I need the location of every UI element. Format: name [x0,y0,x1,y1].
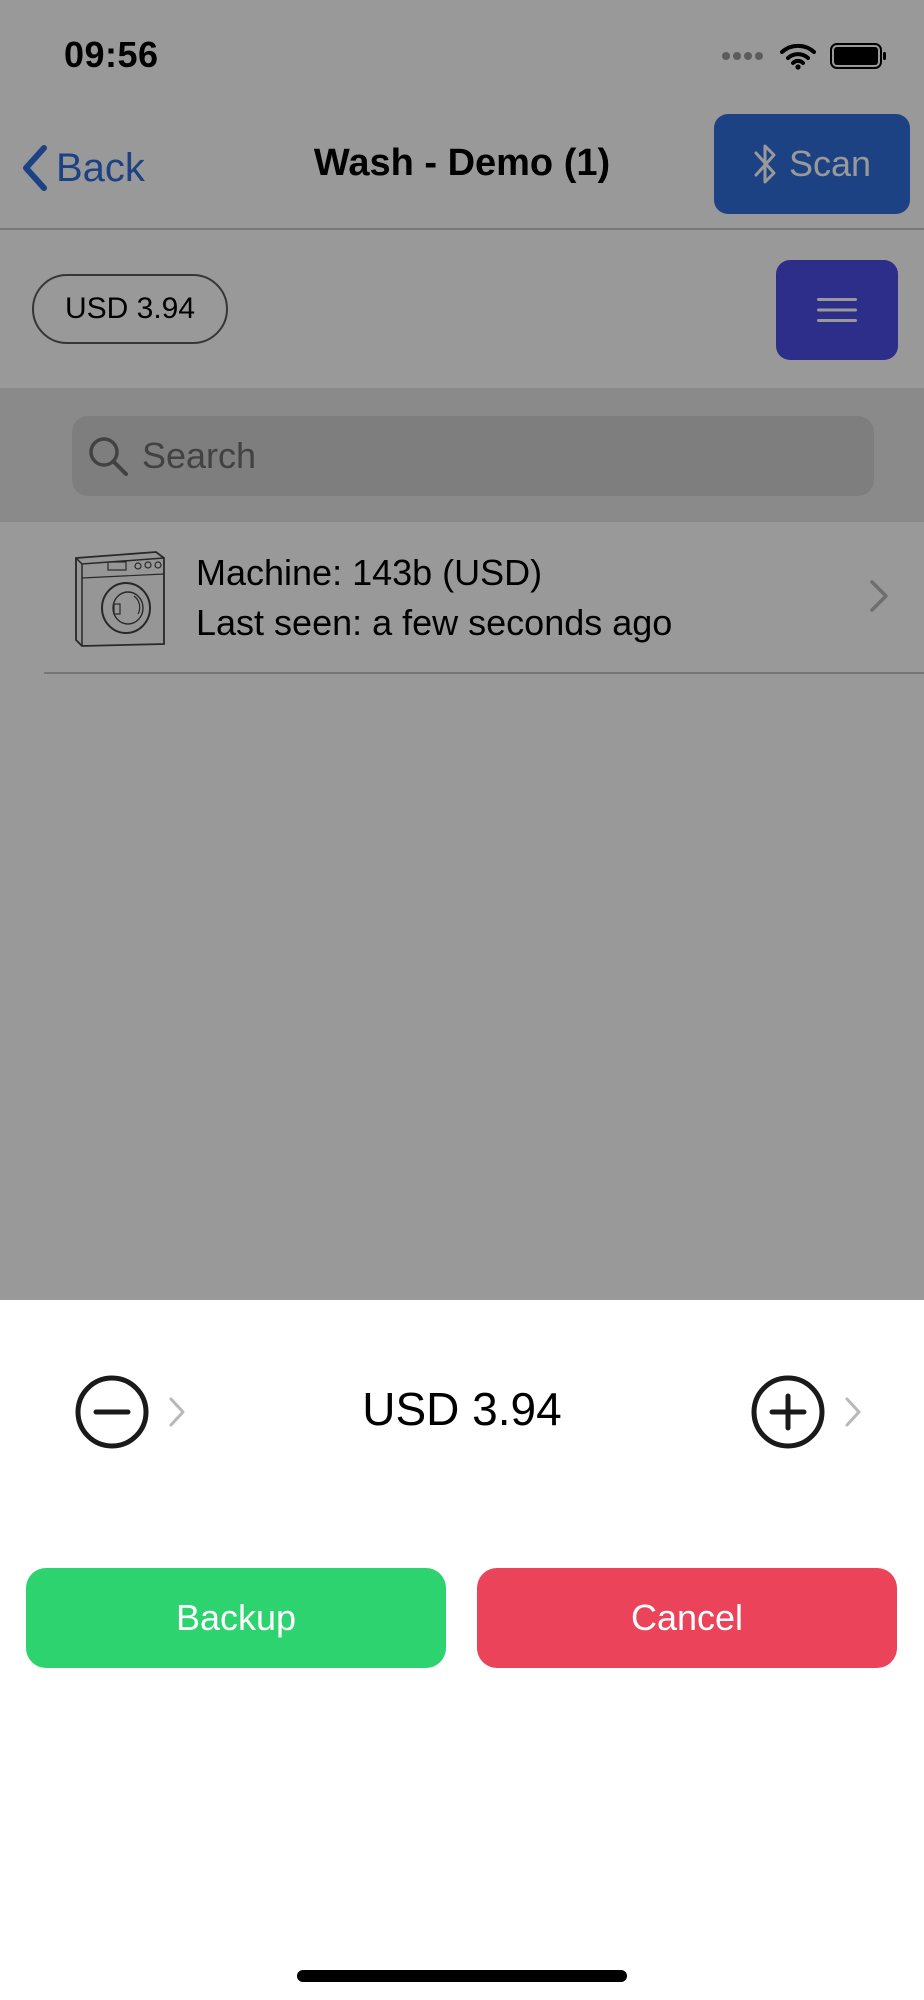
modal-backdrop[interactable] [0,0,924,1300]
home-indicator [297,1970,627,1982]
chevron-right-icon [845,1397,861,1427]
backup-button[interactable]: Backup [26,1568,446,1668]
plus-circle-icon [751,1375,825,1449]
amount-sheet: USD 3.94 Backup Cancel [0,1300,924,2000]
amount-stepper: USD 3.94 [0,1368,924,1452]
increment-button[interactable] [750,1374,862,1450]
cancel-button[interactable]: Cancel [477,1568,897,1668]
